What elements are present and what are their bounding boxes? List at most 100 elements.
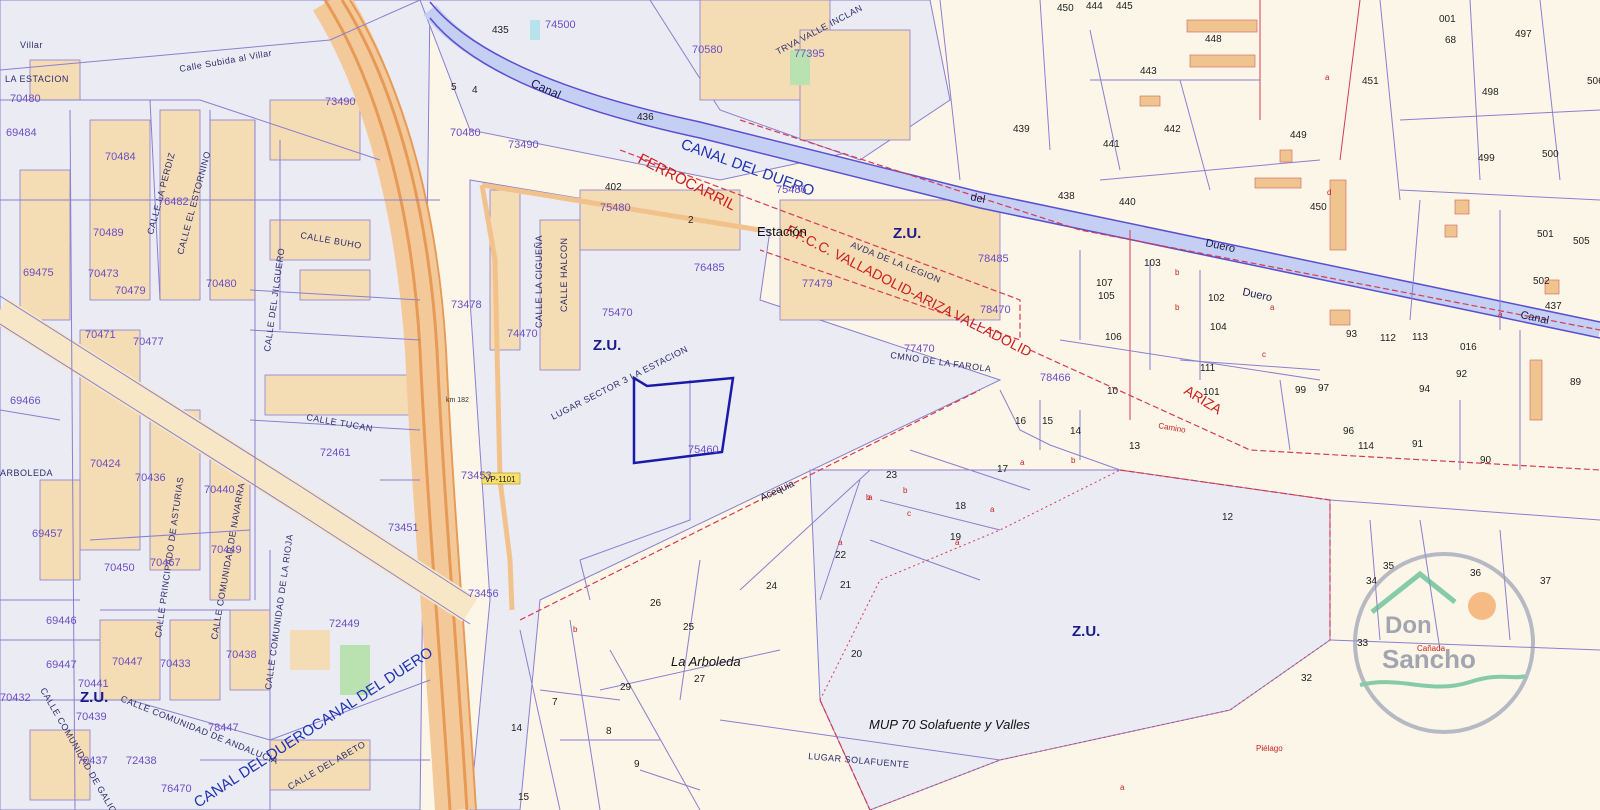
cadastral-ref: 70432 bbox=[0, 692, 31, 704]
parcel-number: 14 bbox=[511, 723, 523, 734]
subparcel-letter: a bbox=[838, 538, 843, 547]
cadastral-ref: 70441 bbox=[78, 678, 109, 690]
parcel-number: 112 bbox=[1380, 333, 1396, 344]
parcel-number: 13 bbox=[1129, 441, 1141, 452]
cadastral-ref: 69466 bbox=[10, 395, 41, 407]
subparcel-letter: c bbox=[907, 509, 911, 518]
cadastral-ref: 78470 bbox=[980, 304, 1011, 316]
parcel-number: 016 bbox=[1460, 342, 1477, 353]
cadastral-ref: 69475 bbox=[23, 267, 54, 279]
cadastral-ref: 70471 bbox=[85, 329, 116, 341]
subparcel-letter: b bbox=[573, 625, 578, 634]
zone-label: Z.U. bbox=[1072, 623, 1100, 640]
cadastral-ref: 73456 bbox=[468, 588, 499, 600]
cadastral-ref: 70479 bbox=[115, 285, 146, 297]
parcel-number: 27 bbox=[694, 674, 706, 685]
parcel-number: 15 bbox=[1042, 416, 1054, 427]
subparcel-letter: c bbox=[1262, 350, 1266, 359]
parcel-number: 450 bbox=[1057, 3, 1074, 14]
cadastral-ref: 74470 bbox=[507, 328, 538, 340]
cadastral-ref: 73478 bbox=[451, 299, 482, 311]
cadastral-ref: 70449 bbox=[211, 544, 242, 556]
parcel-number: 92 bbox=[1456, 369, 1468, 380]
parcel-number: 23 bbox=[886, 470, 898, 481]
parcel-number: 9 bbox=[634, 759, 640, 770]
cadastral-ref: 75470 bbox=[602, 307, 633, 319]
mup-label: MUP 70 Solafuente y Valles bbox=[869, 717, 1030, 732]
parcel-number: 25 bbox=[683, 622, 695, 633]
parcel-number: 16 bbox=[1015, 416, 1027, 427]
parcel-number: 439 bbox=[1013, 124, 1030, 135]
street-label: Villar bbox=[20, 40, 43, 50]
parcel-number: 451 bbox=[1362, 76, 1379, 87]
cadastral-ref: 75480 bbox=[600, 202, 631, 214]
cadastral-ref: 70436 bbox=[135, 472, 166, 484]
parcel-number: 111 bbox=[1200, 363, 1216, 374]
parcel-number: 5 bbox=[451, 82, 457, 93]
parcel-number: 97 bbox=[1318, 383, 1330, 394]
subparcel-letter: b bbox=[1175, 268, 1180, 277]
parcel-number: 18 bbox=[955, 501, 967, 512]
parcel-number: 502 bbox=[1533, 276, 1550, 287]
subparcel-letter: a bbox=[1498, 310, 1503, 319]
parcel-number: 443 bbox=[1140, 66, 1157, 77]
cadastral-ref: 77395 bbox=[794, 48, 825, 60]
subparcel-letter: a bbox=[1270, 303, 1275, 312]
cadastral-map[interactable]: VP-1101 Z.U. Z.U. Z.U. Z.U. CANAL DEL DU… bbox=[0, 0, 1600, 810]
subparcel-letter: b bbox=[1071, 456, 1076, 465]
parcel-number: 497 bbox=[1515, 29, 1532, 40]
cadastral-ref: 76485 bbox=[694, 262, 725, 274]
parcel-number: 440 bbox=[1119, 197, 1136, 208]
parcel-number: 442 bbox=[1164, 124, 1181, 135]
parcel-number: 500 bbox=[1542, 149, 1559, 160]
logo-text-line1: Don bbox=[1385, 612, 1432, 639]
zone-label: Z.U. bbox=[80, 689, 108, 706]
parcel-number: 445 bbox=[1116, 1, 1133, 12]
parcel-number: 441 bbox=[1103, 139, 1120, 150]
cadastral-ref: 78485 bbox=[978, 253, 1009, 265]
parcel-number: 68 bbox=[1445, 35, 1457, 46]
cadastral-ref: 70424 bbox=[90, 458, 121, 470]
subparcel-letter: a bbox=[955, 538, 960, 547]
subparcel-letter: a bbox=[868, 493, 873, 502]
parcel-number: 450 bbox=[1310, 202, 1327, 213]
parcel-number: 435 bbox=[492, 25, 509, 36]
cadastral-ref: 70473 bbox=[88, 268, 119, 280]
parcel-number: 114 bbox=[1358, 441, 1374, 452]
cadastral-ref: 69484 bbox=[6, 127, 37, 139]
cadastral-ref: 70438 bbox=[226, 649, 257, 661]
parcel-number: 26 bbox=[650, 598, 662, 609]
parcel-number: 36 bbox=[1470, 568, 1482, 579]
cadastral-ref: 70580 bbox=[692, 44, 723, 56]
estacion-label: Estación bbox=[757, 224, 807, 239]
parcel-number: 15 bbox=[518, 792, 530, 803]
cadastral-ref: 70450 bbox=[104, 562, 135, 574]
parcel-number: 20 bbox=[851, 649, 863, 660]
cadastral-ref: 69447 bbox=[46, 659, 77, 671]
cadastral-ref: 70439 bbox=[76, 711, 107, 723]
cadastral-ref: 77470 bbox=[904, 343, 935, 355]
cadastral-ref: 69446 bbox=[46, 615, 77, 627]
parcel-number: 505 bbox=[1573, 236, 1590, 247]
parcel-number: 24 bbox=[766, 581, 778, 592]
cadastral-ref: 76470 bbox=[161, 783, 192, 795]
parcel-number: 106 bbox=[1105, 332, 1122, 343]
street-label: ARBOLEDA bbox=[0, 468, 53, 478]
cadastral-ref: 78447 bbox=[208, 722, 239, 734]
parcel-number: 17 bbox=[997, 464, 1009, 475]
cadastral-ref: 73453 bbox=[461, 470, 492, 482]
logo-text-line2: Sancho bbox=[1382, 644, 1476, 674]
parcel-number: 501 bbox=[1537, 229, 1554, 240]
parcel-number: 7 bbox=[552, 697, 558, 708]
parcel-number: 12 bbox=[1222, 512, 1234, 523]
parcel-number: 449 bbox=[1290, 130, 1307, 141]
parcel-number: 402 bbox=[605, 182, 622, 193]
parcel-number: 90 bbox=[1480, 455, 1492, 466]
cadastral-ref: 70477 bbox=[133, 336, 164, 348]
parcel-number: 437 bbox=[1545, 301, 1562, 312]
km-label: km 182 bbox=[446, 397, 469, 404]
cadastral-ref: 76482 bbox=[158, 196, 189, 208]
cadastral-ref: 78466 bbox=[1040, 372, 1071, 384]
parcel-number: 498 bbox=[1482, 87, 1499, 98]
parcel-number: 29 bbox=[620, 682, 632, 693]
